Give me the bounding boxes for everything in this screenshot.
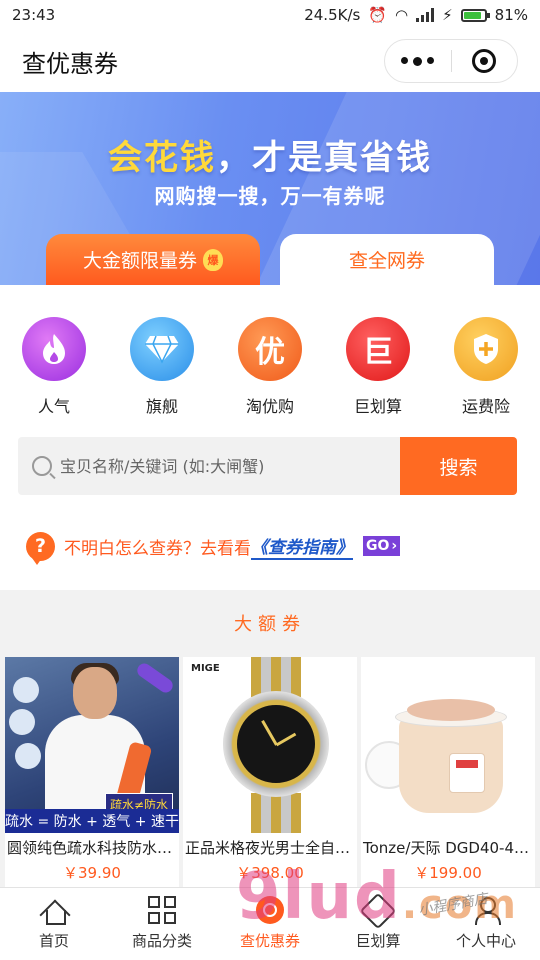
banner-subtitle: 网购搜一搜，万一有券呢 [154, 184, 386, 208]
more-icon[interactable] [385, 56, 451, 66]
hot-badge-icon: 爆 [203, 248, 223, 271]
tab-big-coupon-label: 大金额限量券 [82, 250, 197, 272]
quick-link-label: 淘优购 [245, 397, 294, 416]
wifi-icon: ◠ [395, 6, 409, 24]
nav-label: 首页 [38, 932, 69, 950]
search-icon [32, 456, 52, 476]
you-icon: 优 [238, 317, 302, 381]
diamond-icon [130, 317, 194, 381]
product-price: ￥39.90 [63, 864, 121, 882]
feature-bubble-icon [9, 709, 35, 735]
ju-icon: 巨 [346, 317, 410, 381]
feature-bubble-icon [13, 677, 39, 703]
guide-text: 不明白怎么查券？去看看 [64, 538, 251, 559]
product-card[interactable]: 疏水≠防水 疏水 = 防水 + 透气 + 速干 圆领纯色疏水科技防水速干T恤 ￥… [5, 657, 179, 887]
tab-all-coupons[interactable]: 查全网券 [280, 234, 494, 285]
section-title: 大额券 [234, 614, 306, 635]
chevron-right-icon: › [391, 538, 398, 554]
product-name: 正品米格夜光男士全自动机械表 [185, 839, 357, 857]
brand-logo: MIGE [191, 663, 220, 674]
quick-link-shipping-insurance[interactable]: 运费险 [432, 285, 540, 417]
coupon-guide-row: ? 不明白怎么查券？去看看 《查券指南》 GO › [26, 530, 516, 565]
quick-link-label: 旗舰 [145, 397, 178, 416]
go-button[interactable]: GO › [363, 536, 401, 556]
model-head [73, 667, 117, 719]
product-image: 疏水≠防水 疏水 = 防水 + 透气 + 速干 [5, 657, 179, 833]
search-button[interactable]: 搜索 [400, 437, 517, 495]
net-speed: 24.5K/s [304, 6, 361, 24]
status-right: 24.5K/s ⏰ ◠ ⚡ 81% [304, 6, 528, 24]
quick-link-taoyougou[interactable]: 优 淘优购 [216, 285, 324, 417]
product-name: Tonze/天际 DGD40-40CWD [363, 839, 535, 857]
product-card[interactable]: Tonze/天际 DGD40-40CWD ￥199.00 [361, 657, 535, 887]
decor-shape [134, 660, 176, 696]
slogan-highlight: 会花钱 [108, 138, 216, 178]
tab-big-coupon[interactable]: 大金额限量券 爆 [46, 234, 260, 285]
nav-label: 商品分类 [131, 932, 192, 950]
product-card[interactable]: MIGE 正品米格夜光男士全自动机械表 ￥398.00 [183, 657, 357, 887]
battery-icon [460, 8, 490, 22]
shield-plus-icon [454, 317, 518, 381]
watch-strap [251, 793, 301, 833]
close-miniprogram-icon[interactable] [452, 49, 518, 73]
product-list: 疏水≠防水 疏水 = 防水 + 透气 + 速干 圆领纯色疏水科技防水速干T恤 ￥… [5, 657, 535, 887]
alarm-icon: ⏰ [368, 6, 388, 24]
product-name: 圆领纯色疏水科技防水速干T恤 [7, 839, 179, 857]
slogan-rest: ，才是真省钱 [216, 138, 432, 178]
search-input[interactable] [60, 456, 400, 476]
product-image: MIGE [183, 657, 357, 833]
tab-all-coupons-label: 查全网券 [348, 250, 425, 272]
quick-link-juhuasuan[interactable]: 巨 巨划算 [324, 285, 432, 417]
quick-link-popular[interactable]: 人气 [0, 285, 108, 417]
battery-percent: 81% [494, 6, 528, 24]
feature-bubble-icon [15, 743, 41, 769]
quick-link-label: 运费险 [461, 397, 510, 416]
product-image [361, 657, 535, 833]
status-time: 23:43 [12, 6, 56, 24]
category-icon [148, 896, 176, 924]
coupon-guide-link[interactable]: 《查券指南》 [251, 533, 353, 560]
banner-slogan: 会花钱，才是真省钱 [0, 130, 540, 179]
quick-links: 人气 旗舰 优 淘优购 巨 巨划算 运费险 [0, 285, 540, 417]
quick-link-label: 人气 [37, 397, 70, 416]
go-label: GO [366, 538, 390, 554]
status-bar: 23:43 24.5K/s ⏰ ◠ ⚡ 81% [0, 0, 540, 30]
flame-icon [22, 317, 86, 381]
charging-icon: ⚡ [442, 6, 453, 24]
home-icon [40, 896, 68, 925]
nav-categories[interactable]: 商品分类 [108, 888, 216, 960]
nav-home[interactable]: 首页 [0, 888, 108, 960]
quick-link-flagship[interactable]: 旗舰 [108, 285, 216, 417]
product-banner-text: 疏水 = 防水 + 透气 + 速干 [5, 809, 179, 833]
page-title: 查优惠券 [22, 49, 118, 78]
watermark-main: 9lud [236, 860, 402, 934]
question-icon: ? [26, 531, 55, 565]
app-header: 查优惠券 [0, 30, 540, 92]
signal-icon [416, 8, 435, 22]
quick-link-label: 巨划算 [353, 397, 402, 416]
cooker-food [407, 699, 495, 721]
cooker-panel [449, 753, 485, 793]
search-bar: 搜索 [18, 437, 517, 495]
hero-banner: 会花钱，才是真省钱 网购搜一搜，万一有券呢 大金额限量券 爆 查全网券 [0, 92, 540, 285]
search-box[interactable] [18, 437, 400, 495]
miniprogram-capsule [384, 39, 518, 83]
